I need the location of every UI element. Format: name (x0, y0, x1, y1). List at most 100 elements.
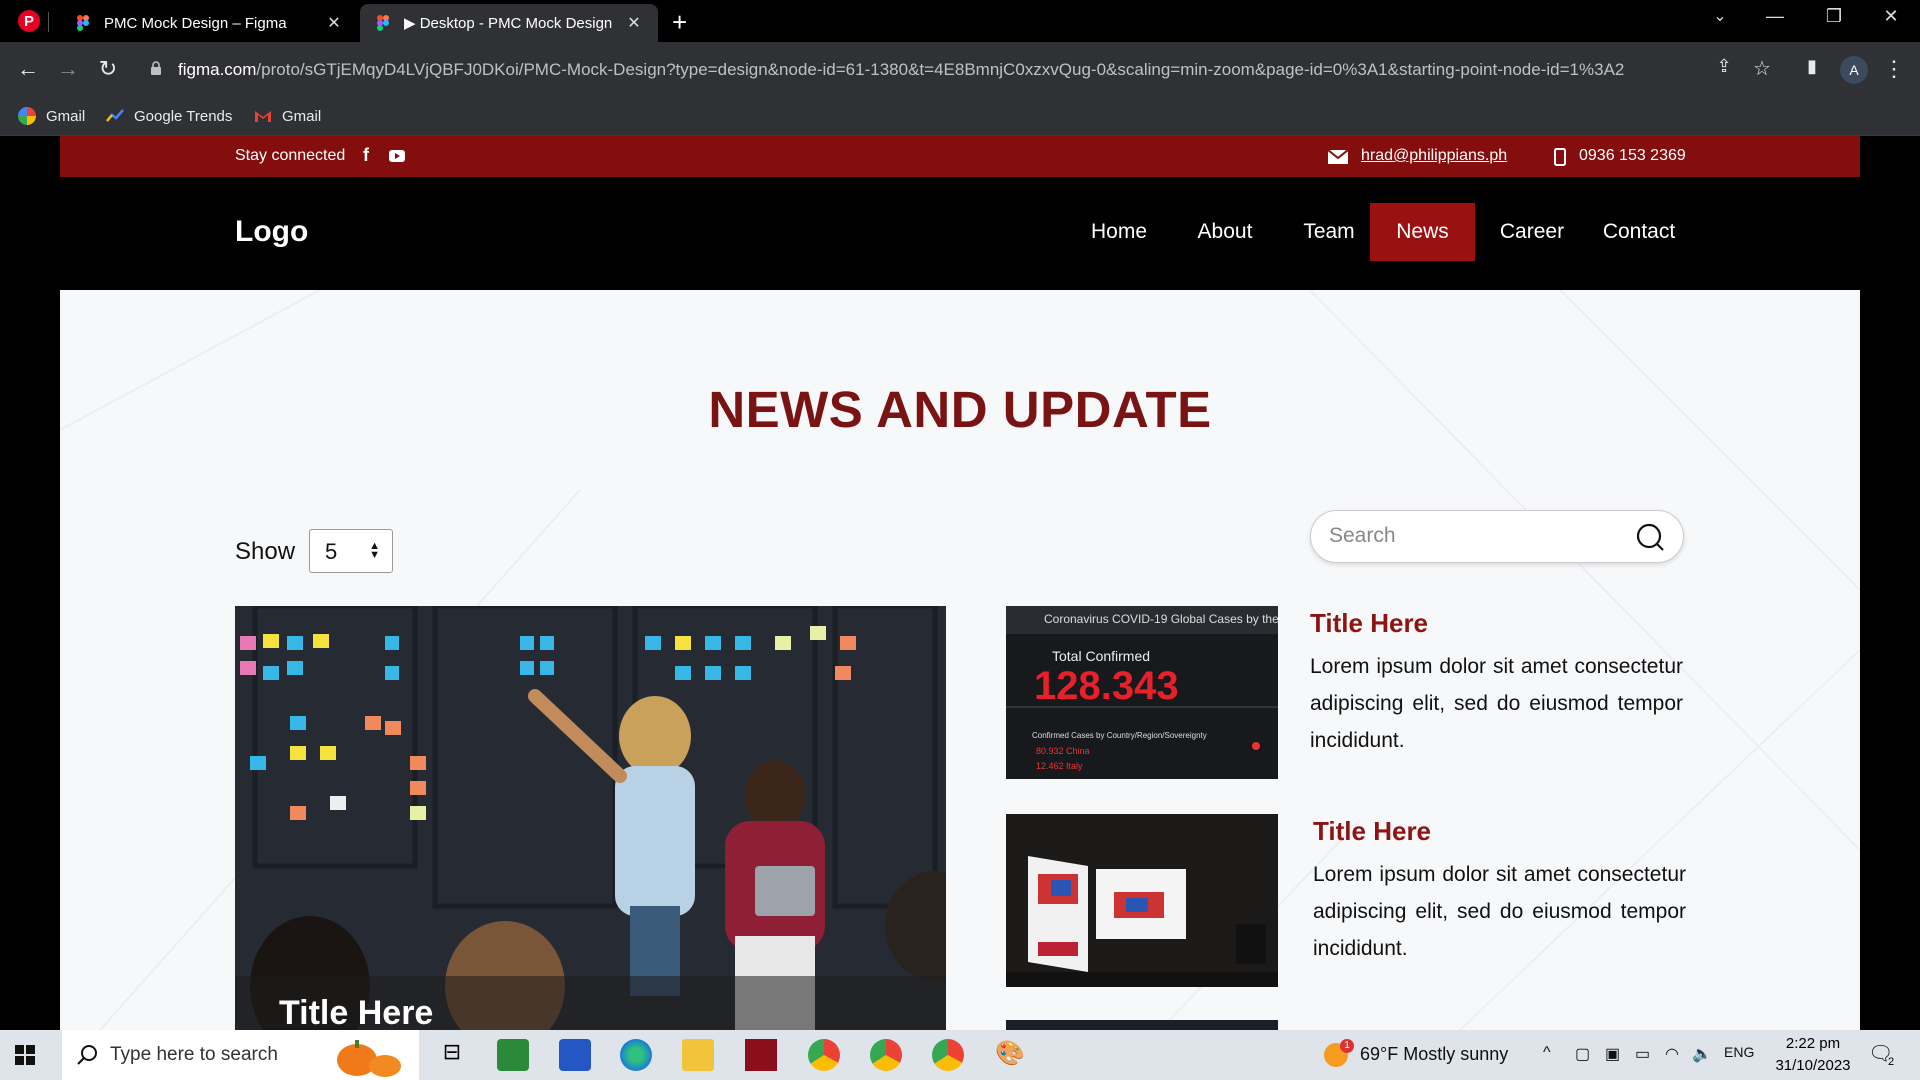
figma-icon (377, 15, 389, 31)
show-count-select[interactable]: 5 ▲ ▼ (309, 529, 393, 573)
restore-icon[interactable]: ❐ (1814, 6, 1854, 27)
bookmark-gmail-2[interactable]: Gmail (254, 107, 321, 125)
taskbar-search[interactable]: Type here to search (62, 1030, 419, 1080)
phone-number: 0936 153 2369 (1579, 147, 1686, 164)
close-tab-icon[interactable]: ✕ (324, 13, 344, 33)
article-title[interactable]: Title Here (1313, 816, 1431, 847)
back-icon[interactable]: ← (14, 56, 42, 82)
new-tab-button[interactable]: + (672, 7, 687, 38)
bookmark-label: Google Trends (134, 107, 233, 125)
trends-icon (106, 109, 124, 122)
figma-icon (77, 15, 89, 31)
article-thumbnail-3[interactable] (1006, 1020, 1278, 1030)
tab-search-icon[interactable]: ⌄ (1700, 6, 1740, 26)
search-box[interactable] (1310, 510, 1684, 563)
contact-strip: Stay connected f hrad@philippians.ph 093… (60, 136, 1860, 177)
clock-date[interactable]: 31/10/2023 (1768, 1057, 1858, 1074)
show-label: Show (235, 538, 296, 565)
featured-title[interactable]: Title Here (279, 994, 433, 1030)
site-logo[interactable]: Logo (235, 215, 308, 249)
article-excerpt: Lorem ipsum dolor sit amet consectetur a… (1313, 863, 1686, 960)
pinterest-tab-icon[interactable]: P (18, 10, 40, 32)
chrome-icon[interactable] (808, 1039, 840, 1071)
forward-icon[interactable]: → (54, 56, 82, 82)
thumb-row-china: 80.932 China (1036, 746, 1090, 756)
file-explorer-icon[interactable] (682, 1039, 714, 1071)
app-icon[interactable] (745, 1039, 777, 1071)
facebook-icon[interactable]: f (363, 145, 369, 166)
share-icon[interactable]: ⇪ (1710, 56, 1738, 77)
xbox-icon[interactable] (497, 1039, 529, 1071)
page-title: NEWS AND UPDATE (708, 381, 1212, 438)
gmail-icon (255, 111, 271, 122)
nav-home[interactable]: Home (1072, 203, 1166, 261)
meet-icon[interactable]: ▢ (1575, 1044, 1590, 1064)
close-tab-icon[interactable]: ✕ (624, 13, 644, 33)
minimize-icon[interactable]: — (1755, 6, 1795, 27)
election-screen-image (1006, 814, 1278, 987)
bookmark-google-trends[interactable]: Google Trends (106, 107, 232, 125)
tab-strip: P PMC Mock Design – Figma ✕ ▶ Desktop - … (0, 0, 1920, 42)
thumb-total-label: Total Confirmed (1052, 648, 1151, 664)
address-bar[interactable]: figma.com/proto/sGTjEMqyD4LVjQBFJ0DKoi/P… (138, 50, 1688, 90)
notification-count: 2 (1888, 1056, 1895, 1068)
thumb-caption: Coronavirus COVID-19 Global Cases by the… (1044, 612, 1278, 626)
search-input[interactable] (1329, 524, 1609, 548)
lock-icon[interactable] (150, 61, 162, 76)
show-hidden-icons[interactable]: ^ (1543, 1044, 1551, 1062)
bookmark-label: Gmail (282, 107, 322, 125)
stay-connected-label: Stay connected (235, 147, 346, 164)
weather-text[interactable]: 69°F Mostly sunny (1360, 1044, 1508, 1065)
tab-title: PMC Mock Design – Figma (104, 14, 287, 32)
volume-icon[interactable]: 🔈 (1692, 1044, 1712, 1064)
windows-start-icon[interactable] (15, 1045, 35, 1065)
url-domain: figma.com (178, 60, 257, 79)
task-view-icon[interactable]: ⊟ (436, 1039, 468, 1071)
tab-title: ▶ Desktop - PMC Mock Design (404, 15, 613, 32)
windows-taskbar: Type here to search ⊟ 🎨 1 69°F Mostly su… (0, 1030, 1920, 1080)
side-panel-icon[interactable]: ▮ (1798, 56, 1826, 77)
bookmarks-bar: Gmail Google Trends Gmail (0, 98, 1920, 136)
chrome-icon-2[interactable] (870, 1039, 902, 1071)
bookmark-gmail[interactable]: Gmail (18, 107, 85, 125)
article-excerpt: Lorem ipsum dolor sit amet consectetur a… (1310, 655, 1683, 752)
tab-figma-prototype[interactable]: ▶ Desktop - PMC Mock Design ✕ (360, 4, 658, 42)
language-indicator[interactable]: ENG (1724, 1044, 1754, 1060)
article-thumbnail-covid[interactable]: Coronavirus COVID-19 Global Cases by the… (1006, 606, 1278, 779)
chrome-icon-3[interactable] (932, 1039, 964, 1071)
network-app-icon[interactable]: ▣ (1605, 1044, 1620, 1064)
show-count-value: 5 (325, 539, 338, 564)
news-section: NEWS AND UPDATE Show 5 ▲ ▼ Search Title … (60, 290, 1860, 1030)
select-arrows-icon: ▲ ▼ (369, 540, 380, 561)
paint-icon[interactable]: 🎨 (994, 1039, 1026, 1071)
article-thumbnail-election[interactable] (1006, 814, 1278, 987)
search-icon (77, 1045, 97, 1065)
youtube-icon[interactable] (389, 150, 405, 162)
featured-image (235, 606, 946, 1030)
site-header: Logo Home About Team News Career Contact (60, 177, 1860, 290)
nav-news[interactable]: News (1370, 203, 1475, 261)
more-menu-icon[interactable]: ⋮ (1880, 56, 1908, 82)
email-link[interactable]: hrad@philippians.ph (1361, 147, 1507, 165)
url-path: /proto/sGTjEMqyD4LVjQBFJ0DKoi/PMC-Mock-D… (256, 60, 1625, 79)
nav-about[interactable]: About (1174, 203, 1276, 261)
store-icon[interactable] (559, 1039, 591, 1071)
clock-time[interactable]: 2:22 pm (1778, 1035, 1848, 1052)
nav-contact[interactable]: Contact (1584, 203, 1694, 261)
search-icon[interactable] (1635, 522, 1665, 552)
tab-divider (48, 12, 49, 32)
featured-news-card[interactable]: Title Here (235, 606, 946, 1030)
battery-icon[interactable]: ▭ (1635, 1044, 1650, 1064)
wifi-icon[interactable]: ◠ (1665, 1044, 1679, 1064)
reload-icon[interactable]: ↻ (94, 56, 122, 82)
tab-figma-editor[interactable]: PMC Mock Design – Figma ✕ (60, 4, 358, 42)
article-title[interactable]: Title Here (1310, 608, 1428, 639)
bookmark-star-icon[interactable]: ☆ (1748, 56, 1776, 81)
bookmark-label: Gmail (46, 107, 86, 125)
close-window-icon[interactable]: ✕ (1871, 6, 1911, 27)
thumb-total-value: 128.343 (1034, 664, 1179, 708)
edge-icon[interactable] (620, 1039, 652, 1071)
profile-avatar[interactable]: A (1840, 56, 1868, 84)
nav-career[interactable]: Career (1480, 203, 1584, 261)
nav-team[interactable]: Team (1282, 203, 1376, 261)
